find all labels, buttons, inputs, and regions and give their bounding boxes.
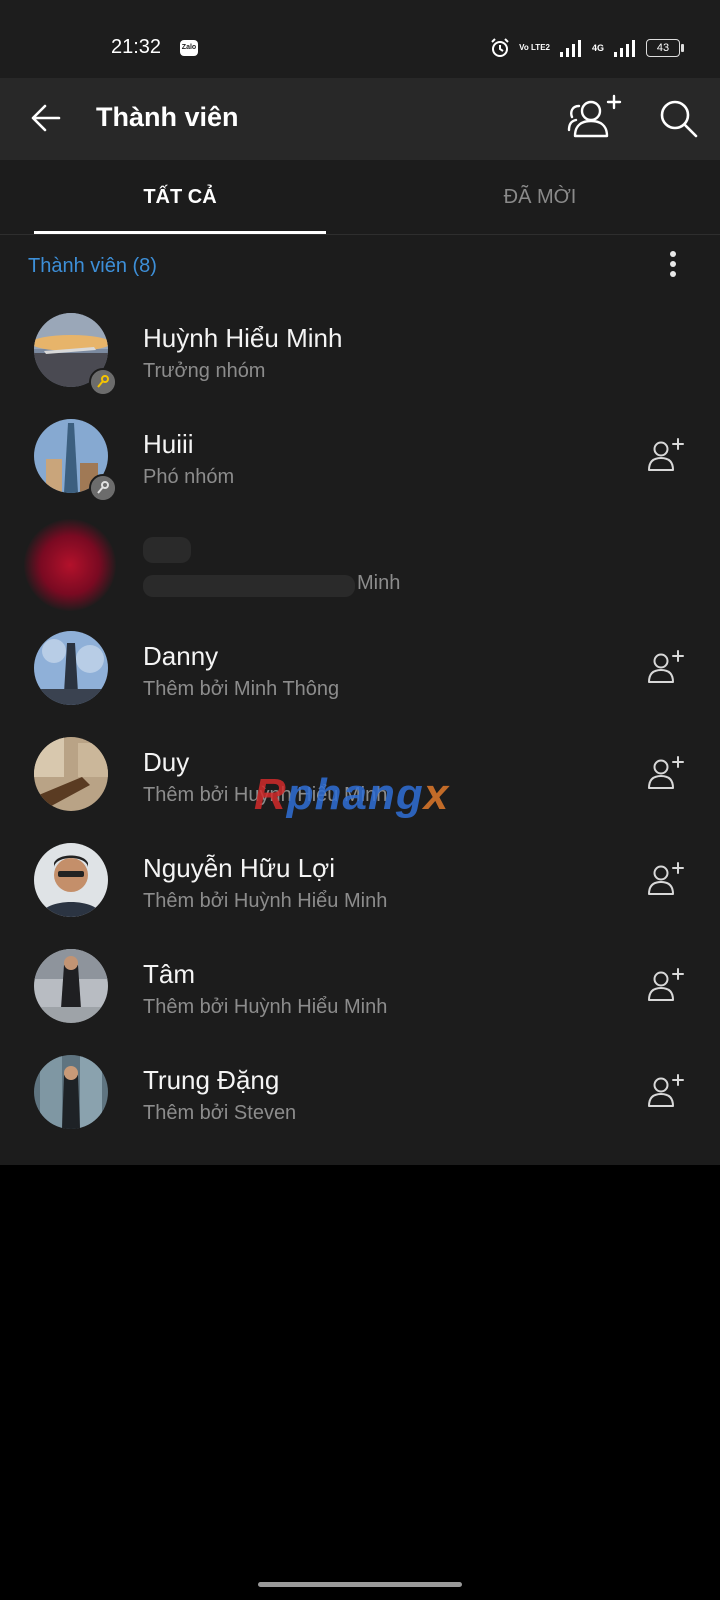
status-bar: 21:32 Zalo Vo LTE2 4G 43 [0,0,720,78]
status-time: 21:32 [111,36,162,58]
member-name: Danny [143,641,219,671]
zalo-notification-icon: Zalo [180,40,198,56]
member-role: Trưởng nhóm [143,360,266,382]
status-icons: Vo LTE2 4G 43 [490,36,684,60]
member-list: Thành viên (8) Huỳnh Hiểu Minh Trưởng nh… [0,235,720,1165]
avatar-blurred [24,519,116,611]
home-indicator[interactable] [258,1582,462,1587]
add-friend-icon[interactable] [644,965,688,1005]
tab-invited[interactable]: ĐÃ MỜI [394,160,686,234]
avatar [34,949,108,1023]
network-type-label: 4G [591,43,604,53]
member-row[interactable]: Tâm Thêm bởi Huỳnh Hiểu Minh [0,933,720,1041]
active-tab-indicator [34,231,326,234]
member-row[interactable]: Huiii Phó nhóm [0,403,720,511]
member-added-by: Thêm bởi Huỳnh Hiểu Minh [143,996,388,1018]
signal-icon [559,40,581,57]
member-name: Duy [143,747,190,777]
more-options-icon[interactable] [660,247,686,283]
member-name: Huỳnh Hiểu Minh [143,323,343,353]
blurred-name [143,537,191,563]
member-row[interactable]: Huỳnh Hiểu Minh Trưởng nhóm [0,297,720,405]
member-added-by: Thêm bởi Huỳnh Hiểu Minh [143,890,388,912]
back-arrow-icon[interactable] [25,94,73,142]
screen: 21:32 Zalo Vo LTE2 4G 43 Thành viên TẤT … [0,0,720,1600]
key-icon [89,368,117,396]
add-friend-icon[interactable] [644,859,688,899]
member-added-by: Minh [357,572,401,594]
member-added-by: Thêm bởi Steven [143,1102,297,1124]
member-role: Phó nhóm [143,466,235,488]
member-row[interactable]: Trung Đặng Thêm bởi Steven [0,1039,720,1147]
avatar [34,631,108,705]
app-header: Thành viên [0,78,720,160]
add-friend-icon[interactable] [644,1071,688,1111]
section-title: Thành viên (8) [28,255,157,277]
add-member-icon[interactable] [566,92,626,144]
tab-all[interactable]: TẤT CẢ [34,160,326,234]
member-row-blurred[interactable]: Minh [0,509,720,617]
avatar [34,737,108,811]
member-row[interactable]: Nguyễn Hữu Lợi Thêm bởi Huỳnh Hiểu Minh [0,827,720,935]
watermark-logo: Rphangx [254,770,450,819]
member-added-by: Thêm bởi Minh Thông [143,678,340,700]
battery-icon: 43 [646,39,684,57]
member-name: Nguyễn Hữu Lợi [143,853,335,883]
member-name: Huiii [143,429,194,459]
blurred-subtitle [143,575,355,597]
member-row[interactable]: Danny Thêm bởi Minh Thông [0,615,720,723]
volte-icon: Vo LTE2 [519,43,550,52]
tab-bar: TẤT CẢ ĐÃ MỜI [0,160,720,235]
member-name: Trung Đặng [143,1065,280,1095]
avatar [34,1055,108,1129]
add-friend-icon[interactable] [644,647,688,687]
add-friend-icon[interactable] [644,435,688,475]
avatar [34,843,108,917]
member-name: Tâm [143,959,195,989]
add-friend-icon[interactable] [644,753,688,793]
signal-icon-2 [614,40,635,57]
search-icon[interactable] [652,92,704,144]
alarm-icon [491,38,509,57]
key-icon [89,474,117,502]
page-title: Thành viên [96,102,239,132]
